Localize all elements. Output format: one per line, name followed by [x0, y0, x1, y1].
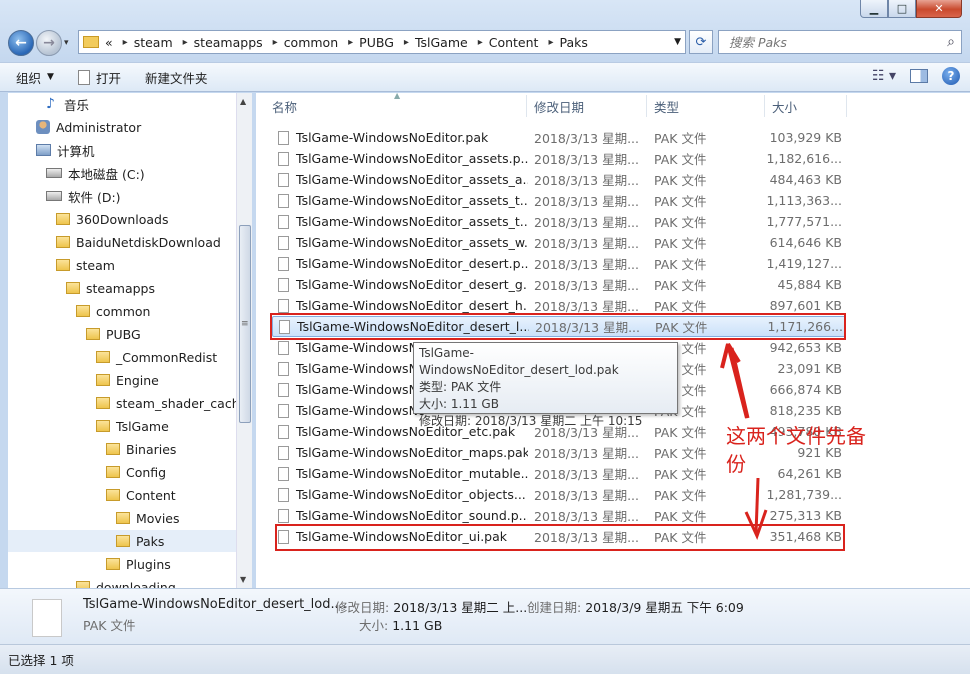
details-file-name: TslGame-WindowsNoEditor_desert_lod....: [83, 597, 348, 612]
details-file-type: PAK 文件: [83, 618, 136, 633]
details-value: 2018/3/13 星期二 上...: [393, 600, 528, 615]
details-label: 大小:: [359, 618, 389, 633]
details-pane: TslGame-WindowsNoEditor_desert_lod.... P…: [0, 588, 970, 644]
details-value: 2018/3/9 星期五 下午 6:09: [585, 600, 744, 615]
file-icon: [32, 599, 62, 637]
annotation-arrows: [720, 342, 768, 541]
arrow-down-shaft: [754, 477, 760, 535]
details-created: 创建日期: 2018/3/9 星期五 下午 6:09: [527, 597, 744, 616]
explorer-window: ▁ □ ✕ ← → ▾ « ▸ steam ▸ steamapps ▸ comm…: [0, 0, 970, 674]
details-value: 1.11 GB: [392, 618, 443, 633]
status-bar: 已选择 1 项: [0, 644, 970, 674]
status-text: 已选择 1 项: [8, 653, 74, 668]
details-label: 修改日期:: [335, 600, 390, 615]
details-label: 创建日期:: [527, 600, 582, 615]
annotation-text: 这两个文件先备份: [726, 424, 866, 476]
details-modified: 修改日期: 2018/3/13 星期二 上...: [335, 597, 527, 616]
arrow-up-shaft: [730, 347, 750, 419]
details-size: 大小: 1.11 GB: [359, 615, 442, 634]
